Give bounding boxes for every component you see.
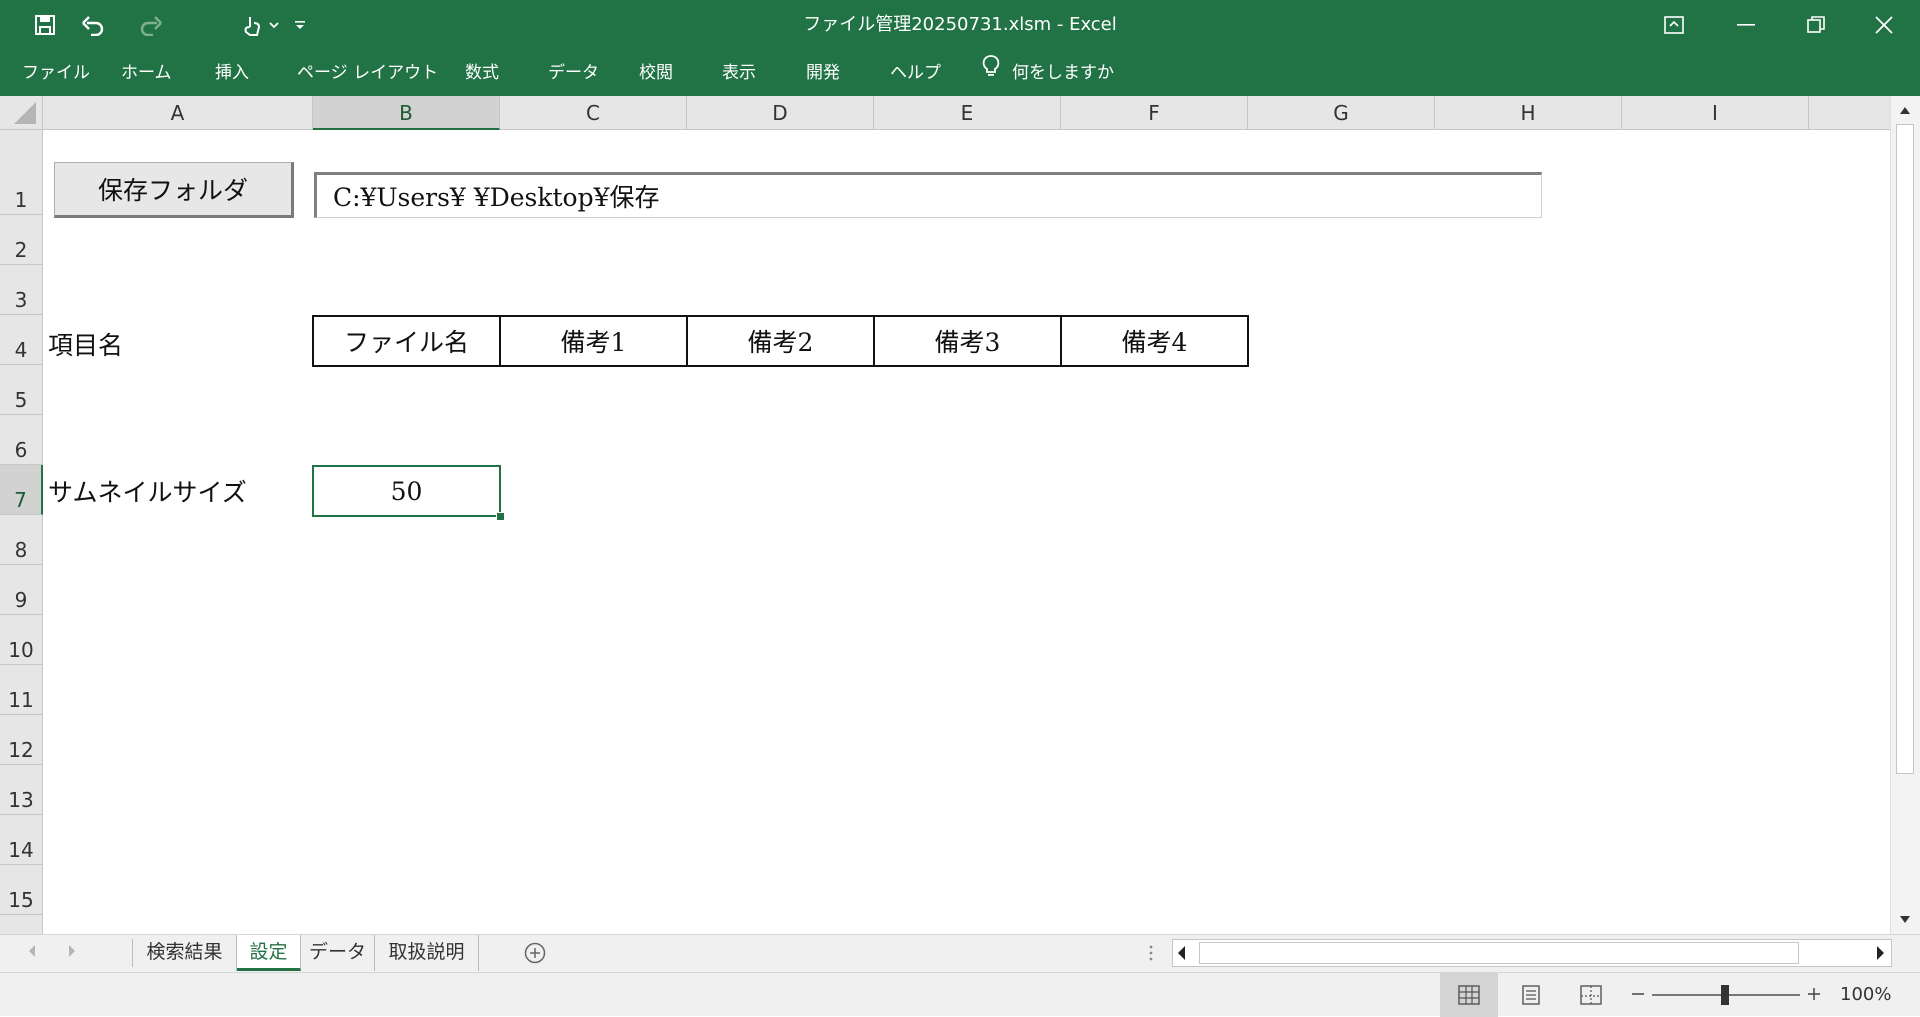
zoom-in-icon[interactable] bbox=[1806, 983, 1822, 1003]
header-cell-filename[interactable]: ファイル名 bbox=[312, 315, 501, 367]
tab-data[interactable]: データ bbox=[548, 50, 599, 96]
row-header-partial bbox=[0, 915, 43, 934]
item-name-label: 項目名 bbox=[48, 331, 124, 360]
undo-icon[interactable] bbox=[68, 0, 118, 50]
touch-mode-icon[interactable] bbox=[230, 0, 290, 50]
tab-split-handle-icon[interactable] bbox=[1148, 943, 1154, 967]
zoom-level[interactable]: 100% bbox=[1840, 973, 1891, 1017]
scroll-right-icon[interactable] bbox=[1874, 944, 1886, 966]
column-header-i[interactable]: I bbox=[1622, 96, 1809, 130]
header-cell-note4[interactable]: 備考4 bbox=[1060, 315, 1249, 367]
header-cell-note1[interactable]: 備考1 bbox=[499, 315, 688, 367]
row-header-7[interactable]: 7 bbox=[0, 465, 43, 515]
zoom-slider-thumb[interactable] bbox=[1721, 985, 1729, 1005]
row-header-3[interactable]: 3 bbox=[0, 265, 43, 315]
column-header-c[interactable]: C bbox=[500, 96, 687, 130]
column-header-d[interactable]: D bbox=[687, 96, 874, 130]
tell-me-label: 何をしますか bbox=[1012, 63, 1114, 83]
row-header-12[interactable]: 12 bbox=[0, 715, 43, 765]
sheet-tab-bar: 検索結果 設定 データ 取扱説明 bbox=[0, 934, 1920, 972]
row-header-1[interactable]: 1 bbox=[0, 130, 43, 215]
column-header-blank bbox=[1809, 96, 1890, 130]
customize-qat-icon[interactable] bbox=[285, 0, 315, 50]
page-break-view-icon[interactable] bbox=[1562, 973, 1620, 1017]
column-header-g[interactable]: G bbox=[1248, 96, 1435, 130]
tab-insert[interactable]: 挿入 bbox=[215, 50, 249, 96]
save-folder-button[interactable]: 保存フォルダ bbox=[54, 162, 294, 218]
fill-handle[interactable] bbox=[496, 512, 505, 521]
sheet-tab-search-results[interactable]: 検索結果 bbox=[133, 935, 237, 971]
row-header-6[interactable]: 6 bbox=[0, 415, 43, 465]
tab-scroll-left-icon[interactable] bbox=[26, 943, 38, 963]
sheet-tab-data[interactable]: データ bbox=[301, 935, 375, 971]
row-header-11[interactable]: 11 bbox=[0, 665, 43, 715]
row-header-4[interactable]: 4 bbox=[0, 315, 43, 365]
horizontal-scrollbar[interactable] bbox=[1172, 939, 1892, 967]
restore-icon[interactable] bbox=[1782, 0, 1850, 50]
normal-view-icon[interactable] bbox=[1440, 973, 1498, 1017]
minimize-icon[interactable] bbox=[1712, 0, 1780, 50]
ribbon-tab-bar bbox=[0, 50, 1920, 96]
tell-me-box[interactable]: 何をしますか bbox=[982, 50, 1114, 96]
column-header-h[interactable]: H bbox=[1435, 96, 1622, 130]
row-header-13[interactable]: 13 bbox=[0, 765, 43, 815]
column-header-a[interactable]: A bbox=[43, 96, 313, 130]
scroll-left-icon[interactable] bbox=[1176, 944, 1188, 966]
new-sheet-icon[interactable] bbox=[524, 942, 546, 964]
tab-view[interactable]: 表示 bbox=[722, 50, 756, 96]
ribbon-display-icon[interactable] bbox=[1640, 0, 1708, 50]
lightbulb-icon bbox=[982, 50, 1000, 96]
status-bar: 100% bbox=[0, 972, 1920, 1017]
column-header-e[interactable]: E bbox=[874, 96, 1061, 130]
sheet-tab-settings[interactable]: 設定 bbox=[237, 935, 301, 971]
row-header-5[interactable]: 5 bbox=[0, 365, 43, 415]
tab-page-layout[interactable]: ページ レイアウト bbox=[297, 50, 438, 96]
tab-review[interactable]: 校閲 bbox=[639, 50, 673, 96]
title-bar: ファイル管理20250731.xlsm - Excel bbox=[0, 0, 1920, 50]
row-header-15[interactable]: 15 bbox=[0, 865, 43, 915]
zoom-out-icon[interactable] bbox=[1630, 983, 1646, 1003]
sheet-tab-instructions[interactable]: 取扱説明 bbox=[375, 935, 479, 971]
tab-formulas[interactable]: 数式 bbox=[465, 50, 499, 96]
folder-path-textbox[interactable]: C:¥Users¥ ¥Desktop¥保存 bbox=[314, 172, 1542, 218]
row-header-14[interactable]: 14 bbox=[0, 815, 43, 865]
tab-file[interactable]: ファイル bbox=[22, 50, 90, 96]
row-header-10[interactable]: 10 bbox=[0, 615, 43, 665]
thumbnail-size-cell[interactable]: 50 bbox=[312, 465, 501, 517]
row-header-2[interactable]: 2 bbox=[0, 215, 43, 265]
select-all-corner[interactable] bbox=[0, 96, 43, 130]
row-header-8[interactable]: 8 bbox=[0, 515, 43, 565]
vertical-scrollbar[interactable] bbox=[1890, 96, 1920, 934]
worksheet-grid[interactable]: A B C D E F G H I 1 2 3 4 5 6 7 8 9 10 1… bbox=[0, 96, 1920, 934]
thumbnail-size-label: サムネイルサイズ bbox=[48, 478, 247, 507]
row-header-9[interactable]: 9 bbox=[0, 565, 43, 615]
header-cell-note2[interactable]: 備考2 bbox=[686, 315, 875, 367]
column-header-b[interactable]: B bbox=[313, 96, 500, 130]
page-layout-view-icon[interactable] bbox=[1502, 973, 1560, 1017]
vertical-scroll-thumb[interactable] bbox=[1896, 124, 1914, 774]
tab-developer[interactable]: 開発 bbox=[806, 50, 840, 96]
column-header-f[interactable]: F bbox=[1061, 96, 1248, 130]
redo-icon[interactable] bbox=[126, 0, 176, 50]
horizontal-scroll-thumb[interactable] bbox=[1199, 942, 1799, 964]
tab-scroll-right-icon[interactable] bbox=[66, 943, 78, 963]
header-cell-note3[interactable]: 備考3 bbox=[873, 315, 1062, 367]
scroll-down-icon[interactable] bbox=[1895, 910, 1915, 930]
close-icon[interactable] bbox=[1850, 0, 1918, 50]
scroll-up-icon[interactable] bbox=[1895, 100, 1915, 120]
tab-home[interactable]: ホーム bbox=[121, 50, 172, 96]
save-icon[interactable] bbox=[20, 0, 70, 50]
tab-help[interactable]: ヘルプ bbox=[890, 50, 941, 96]
